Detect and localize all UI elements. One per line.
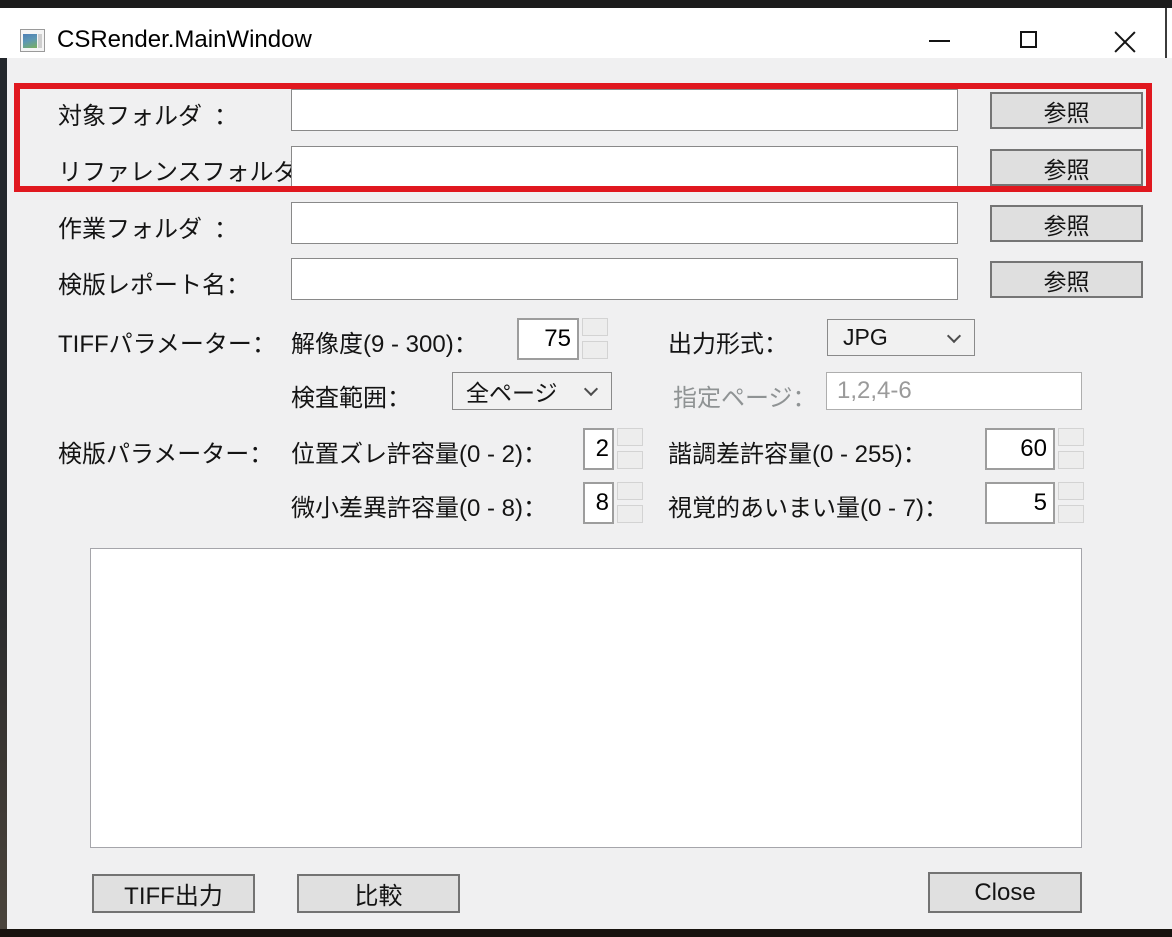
chevron-down-icon xyxy=(584,382,598,396)
maximize-button[interactable] xyxy=(994,16,1064,66)
reference-folder-input[interactable] xyxy=(291,146,958,188)
spin-down-button[interactable] xyxy=(1058,505,1084,523)
output-format-label: 出力形式： xyxy=(668,324,788,359)
scan-range-label: 検査範囲： xyxy=(291,378,411,413)
reference-folder-label: リファレンスフォルダ ： xyxy=(58,152,238,187)
app-icon-picture xyxy=(23,34,37,48)
chevron-down-icon xyxy=(947,328,961,342)
output-format-value: JPG xyxy=(828,324,888,351)
resolution-label: 解像度(9 - 300)： xyxy=(291,324,478,359)
spin-up-button[interactable] xyxy=(1058,428,1084,446)
position-tolerance-spinner xyxy=(617,428,643,469)
window-right-edge xyxy=(1165,8,1167,58)
tiff-output-button[interactable]: TIFF出力 xyxy=(92,874,255,913)
tiff-params-label: TIFFパラメーター ： xyxy=(58,324,238,359)
tone-tolerance-spinner xyxy=(1058,428,1084,469)
work-folder-label: 作業フォルダ ： xyxy=(58,209,238,244)
minor-diff-tolerance-label: 微小差異許容量(0 - 8)： xyxy=(291,488,547,523)
minimize-button[interactable] xyxy=(904,16,974,66)
report-name-browse-button[interactable]: 参照 xyxy=(990,261,1143,298)
background-top-strip xyxy=(0,0,1172,8)
spin-down-button[interactable] xyxy=(617,451,643,469)
output-format-select[interactable]: JPG xyxy=(827,319,975,356)
spin-up-button[interactable] xyxy=(1058,482,1084,500)
work-folder-input[interactable] xyxy=(291,202,958,244)
reference-folder-browse-button[interactable]: 参照 xyxy=(990,149,1143,186)
target-folder-input[interactable] xyxy=(291,89,958,131)
background-left-strip xyxy=(0,58,7,929)
spin-down-button[interactable] xyxy=(617,505,643,523)
position-tolerance-input[interactable] xyxy=(583,428,614,470)
page-spec-input xyxy=(826,372,1082,410)
background-bottom-strip xyxy=(0,929,1172,937)
close-icon xyxy=(1113,30,1137,54)
close-window-button[interactable]: Close xyxy=(928,872,1082,913)
position-tolerance-label: 位置ズレ許容量(0 - 2)： xyxy=(291,434,547,469)
tone-tolerance-label: 諧調差許容量(0 - 255)： xyxy=(668,434,927,469)
report-name-input[interactable] xyxy=(291,258,958,300)
tone-tolerance-input[interactable] xyxy=(985,428,1055,470)
spin-up-button[interactable] xyxy=(617,428,643,446)
report-name-label: 検版レポート名 ： xyxy=(58,265,238,300)
app-icon-bar xyxy=(38,34,42,48)
scan-range-value: 全ページ xyxy=(453,374,558,408)
titlebar: CSRender.MainWindow xyxy=(0,8,1172,58)
kenpan-params-label: 検版パラメーター ： xyxy=(58,434,238,469)
visual-fuzziness-input[interactable] xyxy=(985,482,1055,524)
resolution-spinner xyxy=(582,318,608,359)
log-output-area[interactable] xyxy=(90,548,1082,848)
compare-button[interactable]: 比較 xyxy=(297,874,460,913)
visual-fuzziness-spinner xyxy=(1058,482,1084,523)
scan-range-select[interactable]: 全ページ xyxy=(452,372,612,410)
minor-diff-tolerance-input[interactable] xyxy=(583,482,614,524)
window-title: CSRender.MainWindow xyxy=(57,26,312,54)
spin-up-button[interactable] xyxy=(582,318,608,336)
work-folder-browse-button[interactable]: 参照 xyxy=(990,205,1143,242)
target-folder-browse-button[interactable]: 参照 xyxy=(990,92,1143,129)
spin-down-button[interactable] xyxy=(1058,451,1084,469)
spin-up-button[interactable] xyxy=(617,482,643,500)
page-spec-label: 指定ページ： xyxy=(673,378,817,413)
app-icon xyxy=(20,29,45,52)
close-button[interactable] xyxy=(1090,16,1160,66)
resolution-input[interactable] xyxy=(517,318,579,360)
minor-diff-tolerance-spinner xyxy=(617,482,643,523)
spin-down-button[interactable] xyxy=(582,341,608,359)
visual-fuzziness-label: 視覚的あいまい量(0 - 7)： xyxy=(668,488,948,523)
maximize-icon xyxy=(1020,31,1037,48)
minimize-icon xyxy=(929,40,950,42)
target-folder-label: 対象フォルダ ： xyxy=(58,96,238,131)
